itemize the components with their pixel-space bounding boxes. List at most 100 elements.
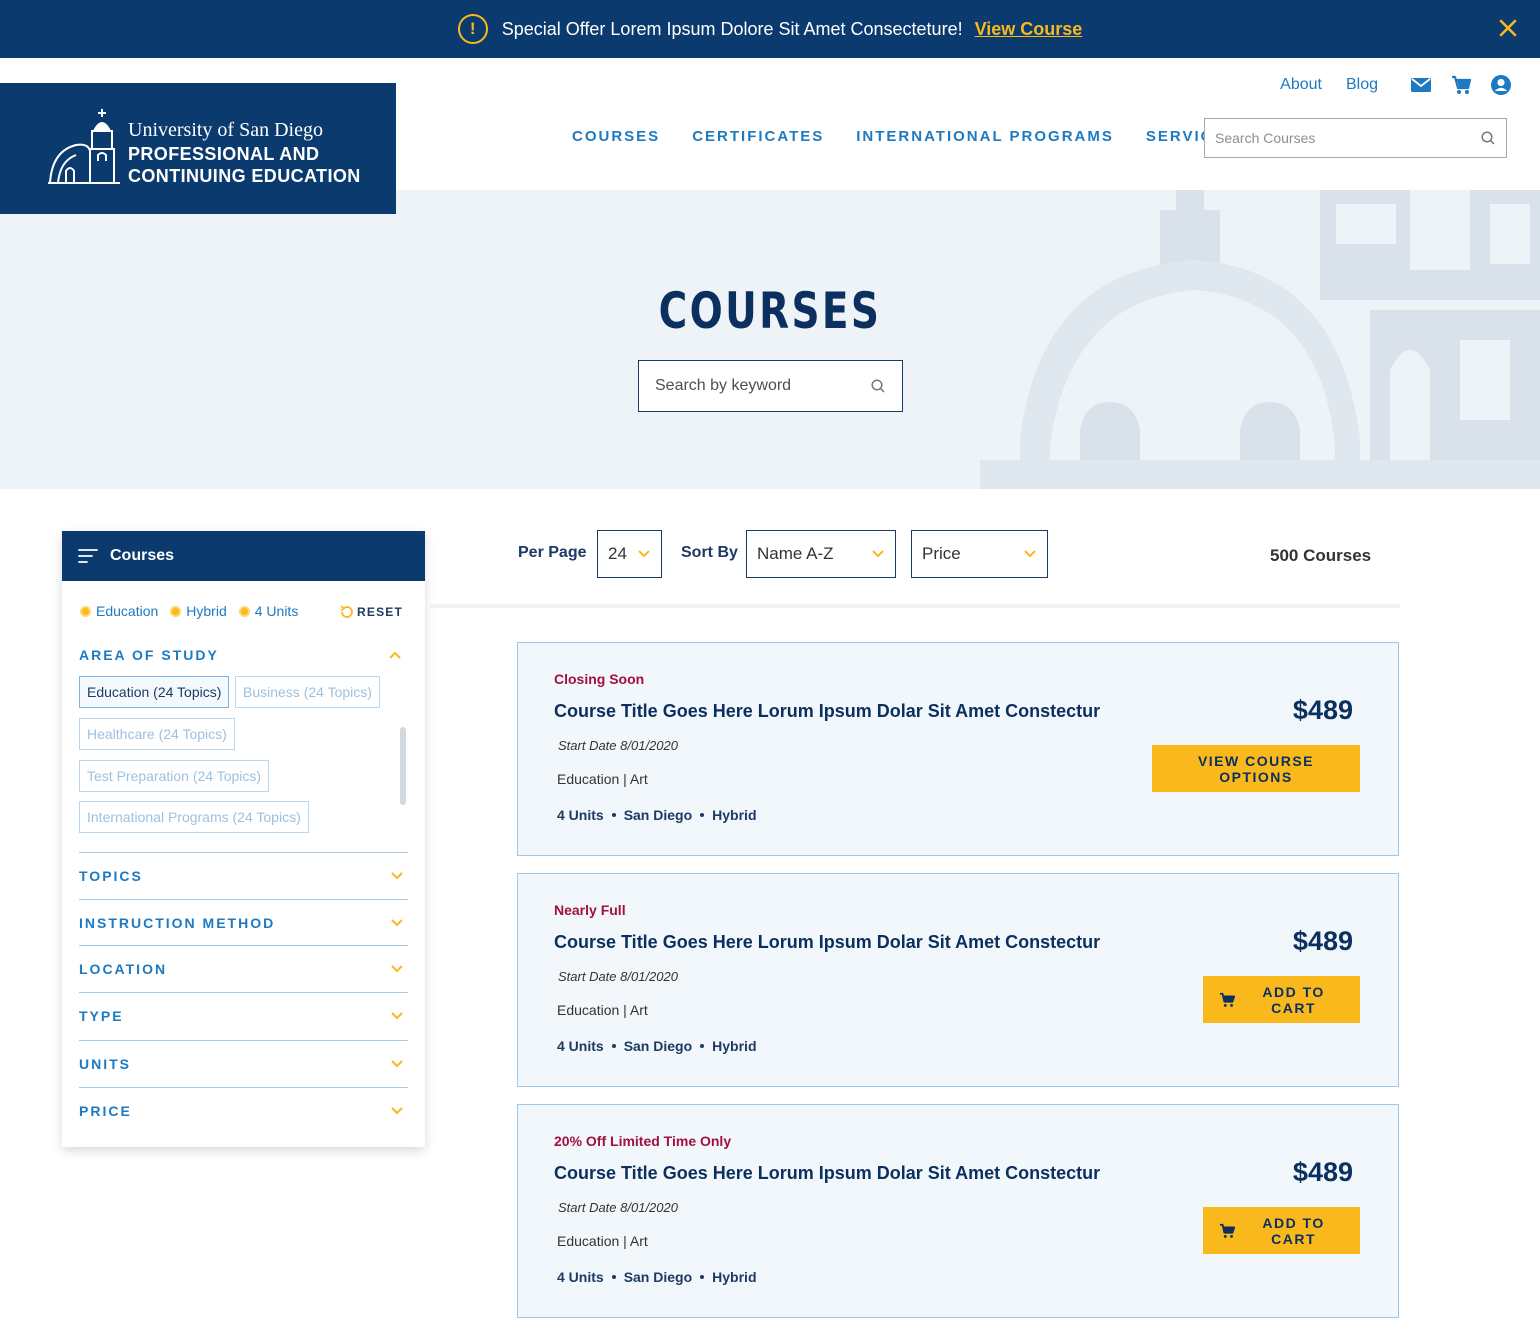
cart-icon[interactable] [1450,74,1472,96]
header-search [1204,118,1507,158]
chevron-down-icon [872,550,884,558]
section-title: LOCATION [79,961,168,977]
utility-nav: About Blog [1280,74,1512,96]
active-filter-chip[interactable]: 4 Units [238,603,299,619]
chevron-down-icon [391,1107,403,1115]
site-logo[interactable]: University of San Diego PROFESSIONAL AND… [0,83,396,214]
section-title: TYPE [79,1008,124,1024]
toolbar-divider [430,604,1400,608]
chevron-down-icon [391,872,403,880]
accordion-units[interactable]: UNITS [79,1040,408,1087]
accordion-type[interactable]: TYPE [79,992,408,1039]
search-icon[interactable] [1480,130,1496,146]
start-date: Start Date 8/01/2020 [558,738,678,753]
course-title[interactable]: Course Title Goes Here Lorum Ipsum Dolar… [554,701,1100,722]
nav-international-programs[interactable]: INTERNATIONAL PROGRAMS [856,128,1114,145]
sidebar-title: Courses [110,547,175,564]
view-course-link[interactable]: View Course [975,19,1083,40]
course-count: 500 Courses [1270,546,1372,565]
status-badge: Closing Soon [554,671,645,687]
promo-bar: ! Special Offer Lorem Ipsum Dolore Sit A… [0,0,1540,58]
header-search-input[interactable] [1215,130,1480,146]
course-units: 4 Units [557,1038,604,1054]
sidebar-scrollbar[interactable] [400,727,406,805]
chip-label: Education [96,603,159,619]
accordion-topics[interactable]: TOPICS [79,852,408,899]
sort-select[interactable]: Name A-Z [746,530,896,578]
course-location: San Diego [623,1038,693,1054]
topic-tag-education[interactable]: Education (24 Topics) [79,676,230,708]
logo-line-3: CONTINUING EDUCATION [128,166,361,186]
nav-courses[interactable]: COURSES [572,128,660,145]
price-select[interactable]: Price [911,530,1048,578]
separator-dot [611,1275,616,1279]
add-to-cart-button[interactable]: ADD TO CART [1203,1207,1360,1254]
course-location: San Diego [623,1269,693,1285]
mail-icon[interactable] [1410,74,1432,96]
topic-tag-healthcare[interactable]: Healthcare (24 Topics) [79,718,235,750]
filter-dot-icon [170,605,182,617]
per-page-label: Per Page [518,544,587,561]
reset-button[interactable]: RESET [339,604,403,620]
accordion-location[interactable]: LOCATION [79,945,408,992]
separator-dot [611,813,616,817]
active-filter-chip[interactable]: Hybrid [170,603,227,619]
course-price: $489 [1292,1157,1353,1187]
course-title[interactable]: Course Title Goes Here Lorum Ipsum Dolar… [554,932,1100,953]
course-units: 4 Units [557,1269,604,1285]
logo-university: University of San Diego [128,119,323,141]
topic-tag-test-preparation[interactable]: Test Preparation (24 Topics) [79,760,270,792]
filter-lines-icon [78,549,98,563]
accordion-instruction-method[interactable]: INSTRUCTION METHOD [79,899,408,946]
course-card: Nearly Full Course Title Goes Here Lorum… [517,873,1399,1087]
price-select-value: Price [922,544,961,563]
reset-icon [340,605,353,618]
close-icon[interactable] [1494,14,1522,42]
logo-line-2: PROFESSIONAL AND [128,144,320,164]
chevron-up-icon [389,651,401,659]
chevron-down-icon [391,965,403,973]
keyword-search-input[interactable] [655,377,870,395]
course-card: Closing Soon Course Title Goes Here Loru… [517,642,1399,856]
chip-label: 4 Units [254,603,299,619]
topic-tag-business[interactable]: Business (24 Topics) [235,676,380,708]
main-nav: COURSES CERTIFICATES INTERNATIONAL PROGR… [572,128,1237,145]
course-category: Education | Art [557,771,648,787]
blog-link[interactable]: Blog [1346,76,1378,94]
course-price: $489 [1292,695,1353,725]
keyword-search [638,360,903,412]
add-to-cart-button[interactable]: ADD TO CART [1203,976,1360,1023]
course-units: 4 Units [557,807,604,823]
alert-icon: ! [457,14,488,44]
section-title: TOPICS [79,868,143,884]
button-label: VIEW COURSE OPTIONS [1197,752,1315,785]
area-of-study-toggle[interactable]: AREA OF STUDY [79,647,402,663]
course-meta: 4 Units San Diego Hybrid [557,807,757,823]
about-link[interactable]: About [1280,76,1322,94]
active-filter-chip[interactable]: Education [80,603,158,619]
cart-icon [1219,1223,1236,1238]
sort-by-label: Sort By [681,544,738,561]
accordion-price[interactable]: PRICE [79,1087,408,1134]
sidebar-header: Courses [62,531,425,581]
mission-building-icon [48,109,120,184]
chevron-down-icon [391,1012,403,1020]
topic-tag-international-programs[interactable]: International Programs (24 Topics) [79,801,309,833]
filter-sidebar: Courses Education Hybrid 4 Units RESET A… [62,531,425,1147]
start-date: Start Date 8/01/2020 [558,1200,678,1215]
search-icon[interactable] [870,378,886,394]
course-meta: 4 Units San Diego Hybrid [557,1038,757,1054]
promo-text: Special Offer Lorem Ipsum Dolore Sit Ame… [501,18,963,39]
nav-certificates[interactable]: CERTIFICATES [692,128,824,145]
chip-label: Hybrid [186,603,227,619]
reset-label: RESET [357,605,404,619]
course-title[interactable]: Course Title Goes Here Lorum Ipsum Dolar… [554,1163,1100,1184]
separator-dot [700,1275,705,1279]
status-badge: Nearly Full [554,902,626,918]
view-course-options-button[interactable]: VIEW COURSE OPTIONS [1152,745,1360,792]
per-page-select[interactable]: 24 [597,530,662,578]
course-price: $489 [1292,926,1353,956]
course-category: Education | Art [557,1002,648,1018]
account-icon[interactable] [1490,74,1512,96]
filter-dot-icon [238,605,250,617]
